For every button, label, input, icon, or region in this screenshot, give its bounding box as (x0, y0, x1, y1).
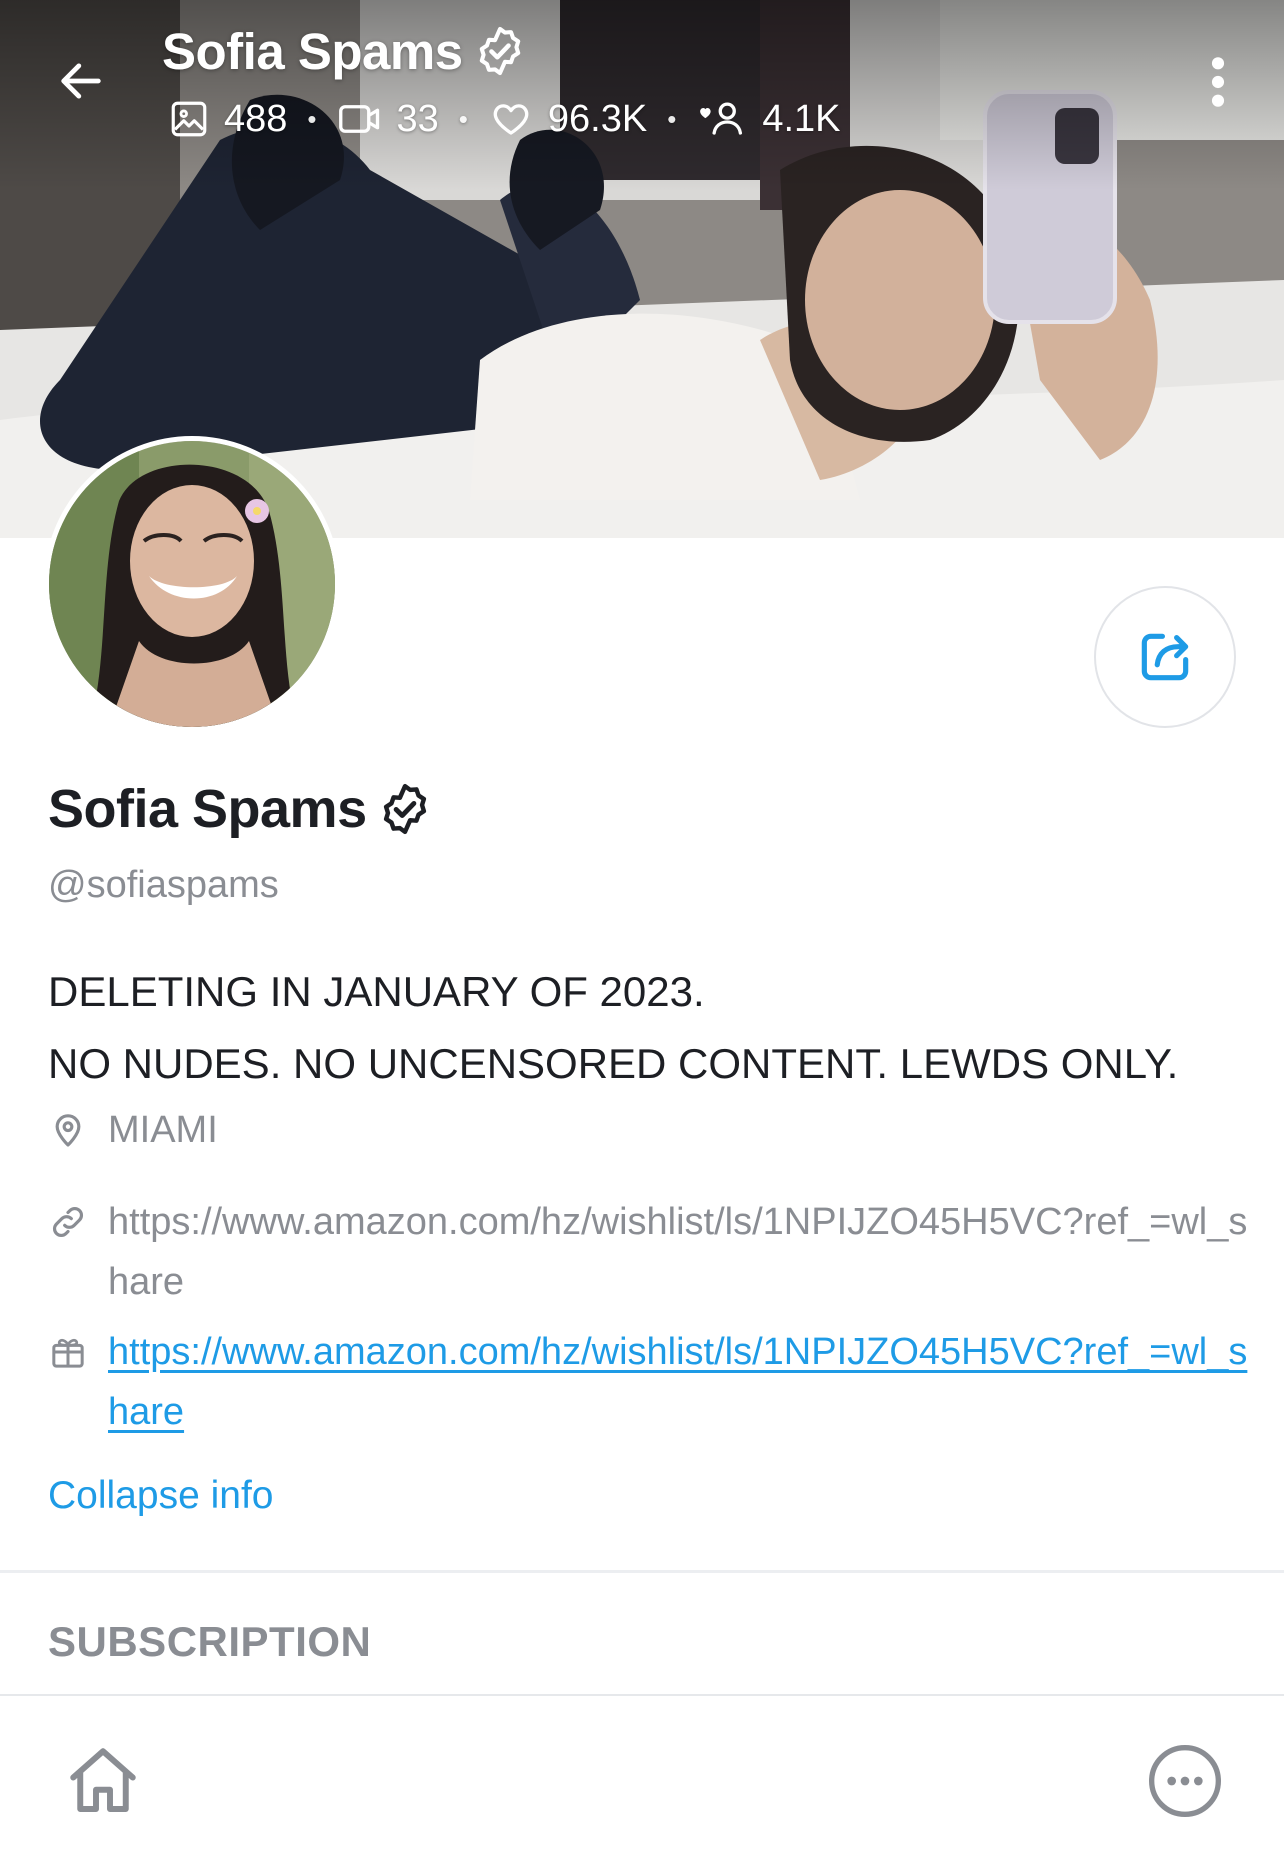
home-icon (70, 1748, 136, 1812)
location-row: MIAMI (48, 1100, 1248, 1160)
fans-count: 4.1K (762, 97, 841, 140)
heart-icon (493, 104, 529, 135)
header-title: Sofia Spams (162, 18, 527, 84)
stat-separator: • (458, 103, 468, 134)
vertical-dots-icon (1211, 57, 1225, 107)
arrow-left-icon (61, 63, 101, 99)
link-icon (53, 1207, 83, 1237)
more-circle-icon (1149, 1745, 1221, 1817)
more-menu-button[interactable] (1140, 1736, 1230, 1826)
header-name: Sofia Spams (162, 22, 463, 80)
bio: DELETING IN JANUARY OF 2023. NO NUDES. N… (48, 956, 1248, 1100)
stat-likes[interactable]: 96.3K (488, 98, 647, 141)
fans-icon (700, 102, 743, 135)
header-stats: 488 • 33 • 96.3K • 4.1K (168, 94, 841, 144)
profile-page: Sofia Spams 488 • 33 • 96.3K • 4.1K Sofi… (0, 0, 1284, 1854)
bottom-nav (0, 1696, 1284, 1854)
photos-count: 488 (224, 97, 288, 140)
verified-badge-icon (479, 26, 520, 76)
bio-line: DELETING IN JANUARY OF 2023. (48, 968, 705, 1015)
share-button[interactable] (1094, 586, 1236, 728)
display-name: Sofia Spams (48, 779, 367, 839)
location-pin-icon (55, 1114, 81, 1147)
avatar[interactable] (44, 436, 340, 732)
gift-icon (52, 1338, 84, 1368)
home-button[interactable] (58, 1736, 148, 1826)
stat-fans[interactable]: 4.1K (696, 97, 841, 141)
image-icon (171, 101, 207, 137)
more-options-button[interactable] (1196, 48, 1240, 116)
location-text: MIAMI (108, 1109, 218, 1151)
videos-count: 33 (396, 97, 439, 140)
verified-badge-icon (383, 783, 426, 835)
stat-separator: • (307, 103, 317, 134)
back-button[interactable] (48, 48, 114, 114)
profile-name: Sofia Spams (48, 778, 433, 840)
website-text[interactable]: https://www.amazon.com/hz/wishlist/ls/1N… (108, 1192, 1248, 1312)
stat-photos[interactable]: 488 (168, 98, 287, 141)
username-handle: @sofiaspams (48, 864, 279, 906)
website-row: https://www.amazon.com/hz/wishlist/ls/1N… (48, 1192, 1248, 1312)
stat-videos[interactable]: 33 (337, 98, 439, 141)
collapse-info-button[interactable]: Collapse info (48, 1474, 273, 1518)
wishlist-row: https://www.amazon.com/hz/wishlist/ls/1N… (48, 1322, 1248, 1442)
video-icon (338, 105, 379, 133)
share-icon (1141, 633, 1189, 681)
divider (0, 1570, 1284, 1573)
stat-separator: • (667, 103, 677, 134)
avatar-photo (49, 441, 335, 727)
bio-line: NO NUDES. NO UNCENSORED CONTENT. LEWDS O… (48, 1040, 1179, 1087)
subscription-heading: SUBSCRIPTION (48, 1618, 372, 1665)
wishlist-link[interactable]: https://www.amazon.com/hz/wishlist/ls/1N… (108, 1322, 1248, 1442)
likes-count: 96.3K (547, 97, 648, 140)
